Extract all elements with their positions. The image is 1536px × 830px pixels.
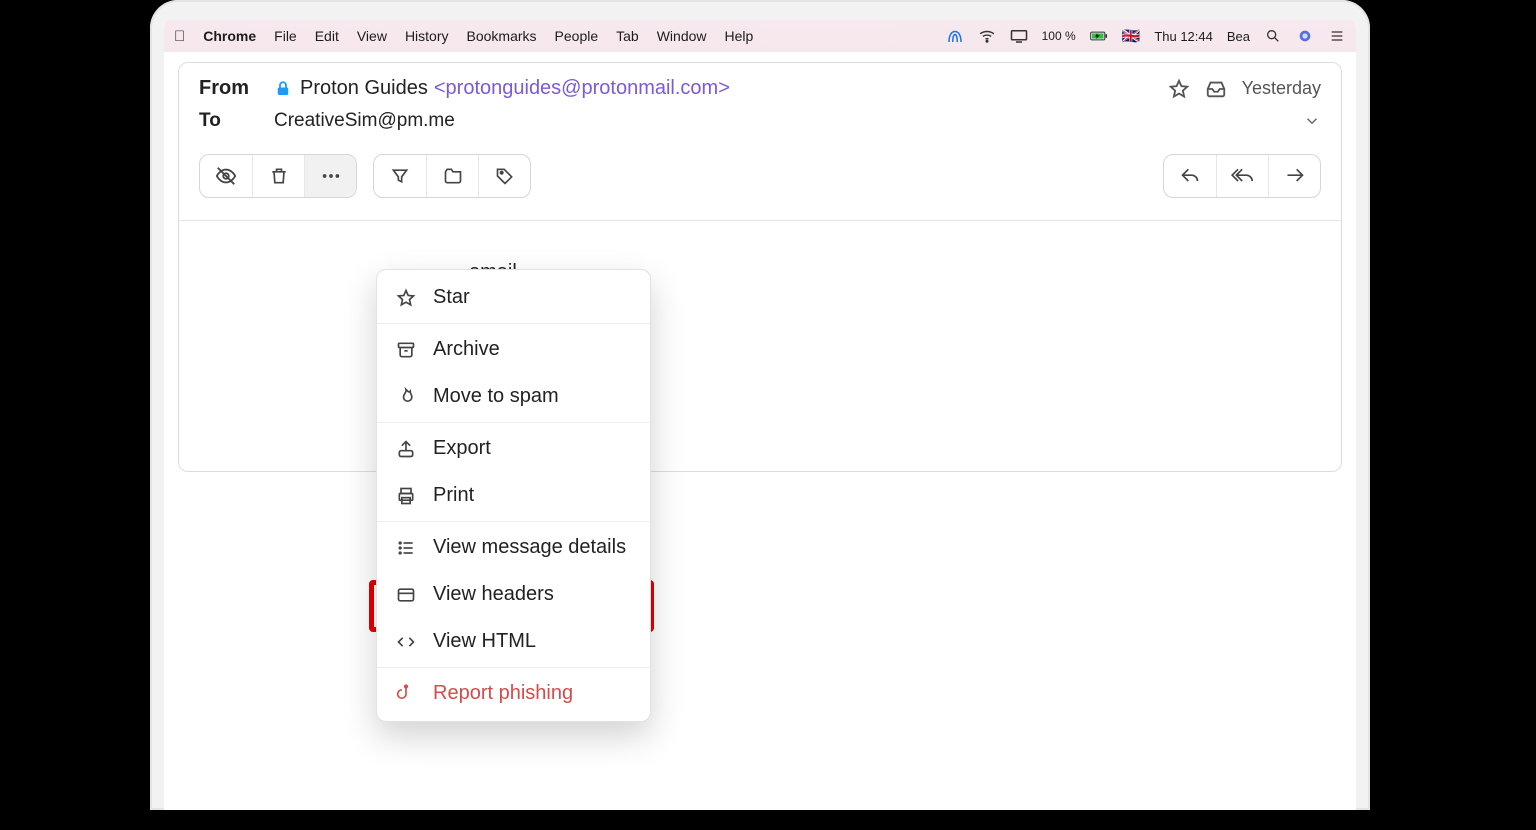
list-icon <box>395 538 417 558</box>
menu-tab[interactable]: Tab <box>616 28 639 44</box>
message-date: Yesterday <box>1242 78 1321 99</box>
menu-window[interactable]: Window <box>657 28 707 44</box>
menu-bookmarks[interactable]: Bookmarks <box>467 28 537 44</box>
code-icon <box>395 632 417 652</box>
sender-email[interactable]: <protonguides@protonmail.com> <box>434 77 730 100</box>
dropdown-print[interactable]: Print <box>377 472 650 519</box>
dropdown-separator <box>377 667 650 668</box>
star-outline-icon <box>395 288 417 308</box>
print-icon <box>395 486 417 506</box>
menu-file[interactable]: File <box>274 28 297 44</box>
reply-all-button[interactable] <box>1216 155 1268 197</box>
apple-menu-icon[interactable]:  <box>174 28 185 45</box>
menu-help[interactable]: Help <box>725 28 754 44</box>
filter-button[interactable] <box>374 155 426 197</box>
siri-icon[interactable] <box>1296 27 1314 45</box>
recipient[interactable]: CreativeSim@pm.me <box>274 110 455 132</box>
dropdown-separator <box>377 323 650 324</box>
toolbar-group-reply <box>1163 154 1321 198</box>
menubar-right: 100 % 🇬🇧 Thu 12:44 Bea <box>946 27 1346 45</box>
macos-menubar:  Chrome File Edit View History Bookmark… <box>164 20 1356 52</box>
header-right: Yesterday <box>1168 78 1321 100</box>
fire-icon <box>395 387 417 407</box>
trash-button[interactable] <box>252 155 304 197</box>
archive-icon <box>395 340 417 360</box>
move-to-folder-button[interactable] <box>426 155 478 197</box>
dropdown-view-html[interactable]: View HTML <box>377 618 650 665</box>
dropdown-separator <box>377 521 650 522</box>
hook-icon <box>395 684 417 704</box>
user-name[interactable]: Bea <box>1227 29 1250 44</box>
menu-people[interactable]: People <box>555 28 599 44</box>
laptop-frame:  Chrome File Edit View History Bookmark… <box>150 0 1370 810</box>
dropdown-report-phishing[interactable]: Report phishing <box>377 670 650 717</box>
reply-button[interactable] <box>1164 155 1216 197</box>
lock-icon <box>274 80 292 98</box>
clock[interactable]: Thu 12:44 <box>1154 29 1213 44</box>
label-button[interactable] <box>478 155 530 197</box>
to-label: To <box>199 110 274 132</box>
dropdown-spam-label: Move to spam <box>433 385 559 408</box>
inbox-icon[interactable] <box>1204 78 1228 100</box>
email-body-visible: email. <box>199 221 1321 284</box>
notification-center-icon[interactable] <box>1328 27 1346 45</box>
star-icon[interactable] <box>1168 78 1190 100</box>
dropdown-archive[interactable]: Archive <box>377 326 650 373</box>
dropdown-view-details[interactable]: View message details <box>377 524 650 571</box>
dropdown-star[interactable]: Star <box>377 274 650 321</box>
dropdown-export-label: Export <box>433 437 491 460</box>
from-label: From <box>199 77 274 100</box>
dropdown-archive-label: Archive <box>433 338 500 361</box>
menu-view[interactable]: View <box>357 28 387 44</box>
dropdown-export[interactable]: Export <box>377 425 650 472</box>
battery-level: 100 % <box>1042 29 1076 43</box>
spotlight-icon[interactable] <box>1264 27 1282 45</box>
forward-button[interactable] <box>1268 155 1320 197</box>
toolbar-group-1 <box>199 154 357 198</box>
dropdown-view-headers-label: View headers <box>433 583 554 606</box>
battery-icon[interactable] <box>1090 27 1108 45</box>
dropdown-view-details-label: View message details <box>433 536 626 559</box>
app-name[interactable]: Chrome <box>203 28 256 44</box>
message-toolbar <box>199 154 1321 198</box>
dropdown-spam[interactable]: Move to spam <box>377 373 650 420</box>
menu-history[interactable]: History <box>405 28 449 44</box>
screen:  Chrome File Edit View History Bookmark… <box>164 20 1356 810</box>
input-flag-icon[interactable]: 🇬🇧 <box>1122 27 1141 45</box>
dropdown-separator <box>377 422 650 423</box>
dropdown-view-headers[interactable]: View headers <box>377 571 650 618</box>
malwarebytes-icon[interactable] <box>946 27 964 45</box>
toolbar-group-2 <box>373 154 531 198</box>
more-actions-dropdown: Star Archive Move to spam Export <box>376 269 651 722</box>
dropdown-view-html-label: View HTML <box>433 630 536 653</box>
from-row: From Proton Guides <protonguides@protonm… <box>199 77 1321 100</box>
headers-icon <box>395 585 417 605</box>
mark-unread-button[interactable] <box>200 155 252 197</box>
dropdown-star-label: Star <box>433 286 470 309</box>
menu-edit[interactable]: Edit <box>315 28 339 44</box>
sender-name[interactable]: Proton Guides <box>300 77 428 100</box>
mail-panel: From Proton Guides <protonguides@protonm… <box>178 62 1342 472</box>
expand-recipients-icon[interactable] <box>1303 112 1321 130</box>
dropdown-report-phishing-label: Report phishing <box>433 682 573 705</box>
wifi-icon[interactable] <box>978 27 996 45</box>
more-actions-button[interactable] <box>304 155 356 197</box>
dropdown-print-label: Print <box>433 484 474 507</box>
to-row: To CreativeSim@pm.me <box>199 110 1321 132</box>
screen-mirror-icon[interactable] <box>1010 27 1028 45</box>
export-icon <box>395 439 417 459</box>
